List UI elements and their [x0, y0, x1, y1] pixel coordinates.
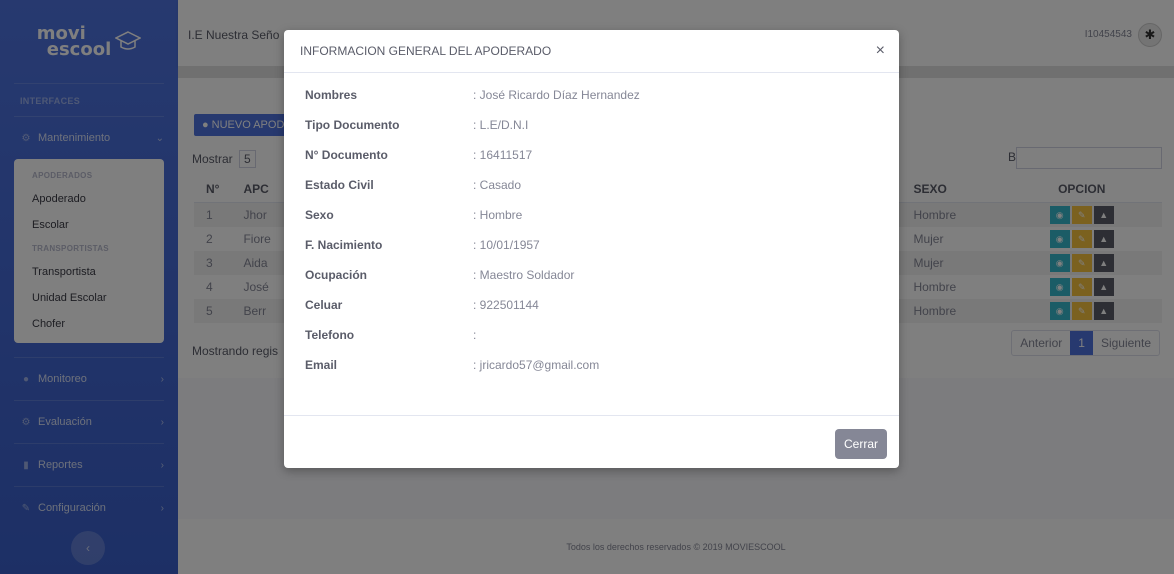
- info-row: Telefono :: [305, 320, 878, 350]
- info-row: Celuar : 922501144: [305, 290, 878, 320]
- modal-header: INFORMACION GENERAL DEL APODERADO ×: [284, 30, 899, 73]
- field-value: : 922501144: [473, 298, 539, 312]
- field-value: : 16411517: [473, 148, 533, 162]
- field-value: : 10/01/1957: [473, 238, 540, 252]
- field-value: : L.E/D.N.I: [473, 118, 529, 132]
- info-row: F. Nacimiento : 10/01/1957: [305, 230, 878, 260]
- field-value: :: [473, 328, 477, 342]
- field-label: Ocupación: [305, 268, 368, 282]
- apoderado-info-modal: INFORMACION GENERAL DEL APODERADO × Nomb…: [284, 30, 899, 468]
- info-row: Email : jricardo57@gmail.com: [305, 350, 878, 380]
- field-label: Tipo Documento: [305, 118, 400, 132]
- info-row: N° Documento : 16411517: [305, 140, 878, 170]
- info-row: Ocupación : Maestro Soldador: [305, 260, 878, 290]
- field-value: : Maestro Soldador: [473, 268, 575, 282]
- modal-footer: Cerrar: [284, 415, 899, 468]
- modal-body: Nombres : José Ricardo Díaz Hernandez Ti…: [284, 73, 899, 415]
- close-icon[interactable]: ×: [876, 42, 885, 60]
- field-value: : José Ricardo Díaz Hernandez: [473, 88, 640, 102]
- field-label: Estado Civil: [305, 178, 374, 192]
- cerrar-button[interactable]: Cerrar: [834, 429, 887, 459]
- info-row: Sexo : Hombre: [305, 200, 878, 230]
- field-label: N° Documento: [305, 148, 388, 162]
- field-label: Email: [305, 358, 338, 372]
- field-value: : Casado: [473, 178, 522, 192]
- field-label: Telefono: [305, 328, 355, 342]
- field-label: Sexo: [305, 208, 334, 222]
- field-value: : Hombre: [473, 208, 523, 222]
- field-value: : jricardo57@gmail.com: [473, 358, 600, 372]
- field-label: F. Nacimiento: [305, 238, 383, 252]
- info-row: Estado Civil : Casado: [305, 170, 878, 200]
- field-label: Nombres: [305, 88, 358, 102]
- field-label: Celuar: [305, 298, 343, 312]
- modal-title: INFORMACION GENERAL DEL APODERADO: [300, 44, 552, 58]
- info-row: Nombres : José Ricardo Díaz Hernandez: [305, 80, 878, 110]
- info-row: Tipo Documento : L.E/D.N.I: [305, 110, 878, 140]
